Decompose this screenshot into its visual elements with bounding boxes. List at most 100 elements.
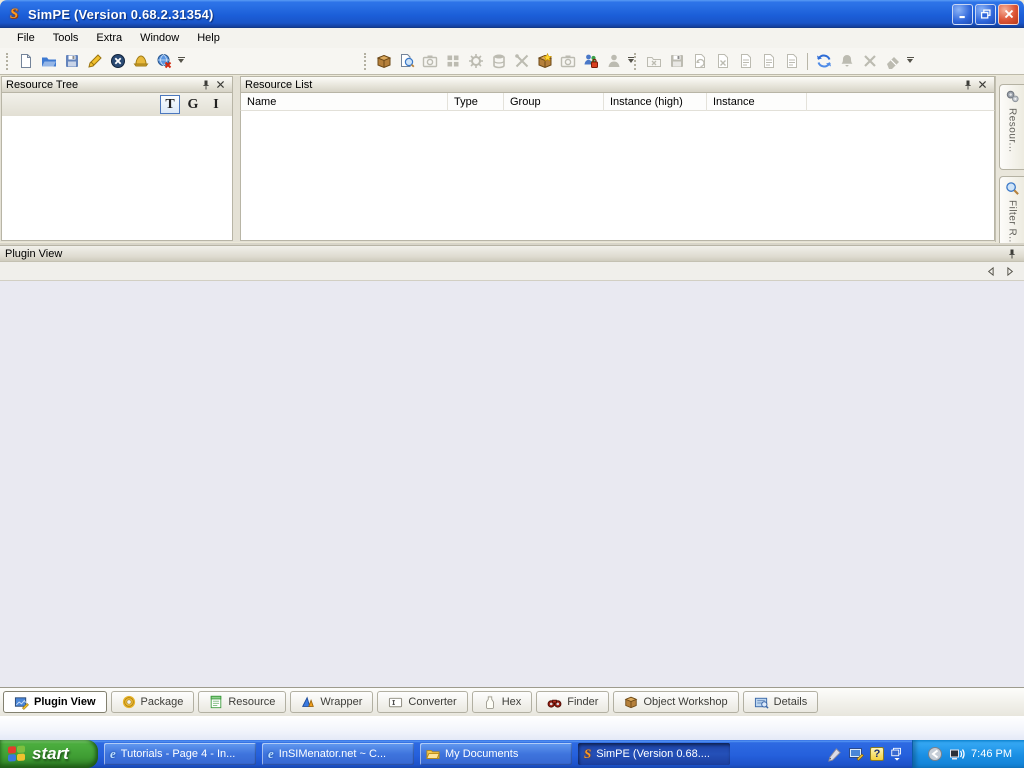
toolbar-overflow-button[interactable] <box>175 50 187 72</box>
simpe-logo-icon: S <box>5 5 23 23</box>
task-label: Tutorials - Page 4 - In... <box>121 748 236 760</box>
tab-details[interactable]: Details <box>743 691 819 713</box>
tab-resource[interactable]: Resource <box>198 691 286 713</box>
tab-finder[interactable]: Finder <box>536 691 609 713</box>
taskbar-task-insimenator[interactable]: e InSIMenator.net ~ C... <box>262 743 414 765</box>
minimize-button[interactable] <box>952 4 973 25</box>
open-package-icon[interactable] <box>37 50 60 73</box>
column-instance[interactable]: Instance <box>707 93 807 111</box>
resource-tree-content[interactable] <box>1 116 233 241</box>
notify-bell-icon[interactable] <box>835 50 858 73</box>
hidden-icons-chevron[interactable] <box>890 747 904 761</box>
toolbar-separator <box>807 53 808 70</box>
tab-wrapper-label: Wrapper <box>320 696 362 708</box>
open-archive-icon[interactable] <box>372 50 395 73</box>
delete-resource-icon[interactable] <box>711 50 734 73</box>
restore-resource-icon[interactable] <box>688 50 711 73</box>
dock-area: Resource Tree T G I Resource List Name <box>0 76 1024 242</box>
pin-icon[interactable] <box>1004 247 1019 261</box>
toolbar-grip[interactable] <box>634 53 638 70</box>
database-icon[interactable] <box>487 50 510 73</box>
close-button[interactable] <box>998 4 1019 25</box>
sim-surgery-icon[interactable] <box>579 50 602 73</box>
save-resource-icon[interactable] <box>665 50 688 73</box>
tab-hex[interactable]: Hex <box>472 691 533 713</box>
taskbar-task-tutorials[interactable]: e Tutorials - Page 4 - In... <box>104 743 256 765</box>
menu-extra[interactable]: Extra <box>87 29 131 47</box>
tray-app-icon[interactable] <box>927 746 943 762</box>
delete-x-icon[interactable] <box>858 50 881 73</box>
camera-icon[interactable] <box>556 50 579 73</box>
taskbar-task-my-documents[interactable]: My Documents <box>420 743 572 765</box>
menu-help[interactable]: Help <box>188 29 229 47</box>
column-instance-high[interactable]: Instance (high) <box>604 93 707 111</box>
vertical-splitter[interactable] <box>233 76 240 241</box>
object-workshop-icon[interactable] <box>533 50 556 73</box>
settings-gear-icon[interactable] <box>464 50 487 73</box>
plugin-view-panel: Plugin View <box>0 243 1024 687</box>
filter-instance-button[interactable]: I <box>206 95 226 114</box>
recolor-icon[interactable] <box>418 50 441 73</box>
open-resource-icon[interactable] <box>642 50 665 73</box>
resource-list-icon[interactable] <box>757 50 780 73</box>
commit-resource-icon[interactable] <box>734 50 757 73</box>
toolbar-grip[interactable] <box>364 53 368 70</box>
tab-plugin-view[interactable]: Plugin View <box>3 691 107 713</box>
tab-resource-actions[interactable]: Resour... <box>999 84 1024 170</box>
menu-file[interactable]: File <box>8 29 44 47</box>
resource-tree-header[interactable]: Resource Tree <box>1 76 233 93</box>
close-panel-icon[interactable] <box>975 78 990 92</box>
save-package-icon[interactable] <box>60 50 83 73</box>
title-bar[interactable]: S SimPE (Version 0.68.2.31354) <box>0 0 1024 28</box>
taskbar-task-simpe[interactable]: S SimPE (Version 0.68.... <box>578 743 730 765</box>
tab-wrapper[interactable]: Wrapper <box>290 691 373 713</box>
plugin-view-content[interactable] <box>0 281 1024 688</box>
tab-package[interactable]: Package <box>111 691 195 713</box>
column-group[interactable]: Group <box>504 93 604 111</box>
new-document-icon[interactable] <box>14 50 37 73</box>
refresh-icon[interactable] <box>812 50 835 73</box>
toolbar-grip[interactable] <box>6 53 10 70</box>
preview-resource-icon[interactable] <box>395 50 418 73</box>
monitor-audio-icon[interactable] <box>949 746 965 762</box>
menu-tools[interactable]: Tools <box>44 29 88 47</box>
save-as-icon[interactable] <box>83 50 106 73</box>
package-icon <box>122 695 136 709</box>
tab-resource-label: Resource <box>228 696 275 708</box>
display-settings-icon[interactable] <box>848 746 864 762</box>
column-name[interactable]: Name <box>241 93 448 111</box>
restore-button[interactable] <box>975 4 996 25</box>
close-panel-icon[interactable] <box>213 78 228 92</box>
web-update-disabled-icon[interactable] <box>152 50 175 73</box>
object-workshop-icon <box>624 695 638 709</box>
help-tray-icon[interactable]: ? <box>870 747 884 761</box>
column-type[interactable]: Type <box>448 93 504 111</box>
resource-text-icon[interactable] <box>780 50 803 73</box>
clone-icon[interactable] <box>441 50 464 73</box>
resource-list-header[interactable]: Resource List <box>240 76 995 93</box>
close-package-icon[interactable] <box>106 50 129 73</box>
filter-resources-icon <box>1005 181 1020 196</box>
scroll-left-icon[interactable] <box>984 264 998 278</box>
tools-icon[interactable] <box>510 50 533 73</box>
pin-icon[interactable] <box>960 78 975 92</box>
menu-window[interactable]: Window <box>131 29 188 47</box>
plugin-view-header[interactable]: Plugin View <box>0 245 1024 262</box>
import-sims2pack-icon[interactable] <box>129 50 152 73</box>
start-button[interactable]: start <box>0 740 98 768</box>
windows-flag-icon <box>8 745 26 762</box>
pen-tray-icon[interactable] <box>827 747 842 762</box>
sim-browser-icon[interactable] <box>602 50 625 73</box>
eraser-icon[interactable] <box>881 50 904 73</box>
filter-type-button[interactable]: T <box>160 95 180 114</box>
toolbar-overflow-button[interactable] <box>904 50 916 72</box>
scroll-right-icon[interactable] <box>1002 264 1016 278</box>
pin-icon[interactable] <box>198 78 213 92</box>
clock[interactable]: 7:46 PM <box>971 748 1012 760</box>
resource-list-content[interactable] <box>240 111 995 241</box>
filter-group-button[interactable]: G <box>183 95 203 114</box>
task-label: InSIMenator.net ~ C... <box>279 748 386 760</box>
tab-hex-label: Hex <box>502 696 522 708</box>
tab-converter[interactable]: Converter <box>377 691 467 713</box>
tab-object-workshop[interactable]: Object Workshop <box>613 691 738 713</box>
